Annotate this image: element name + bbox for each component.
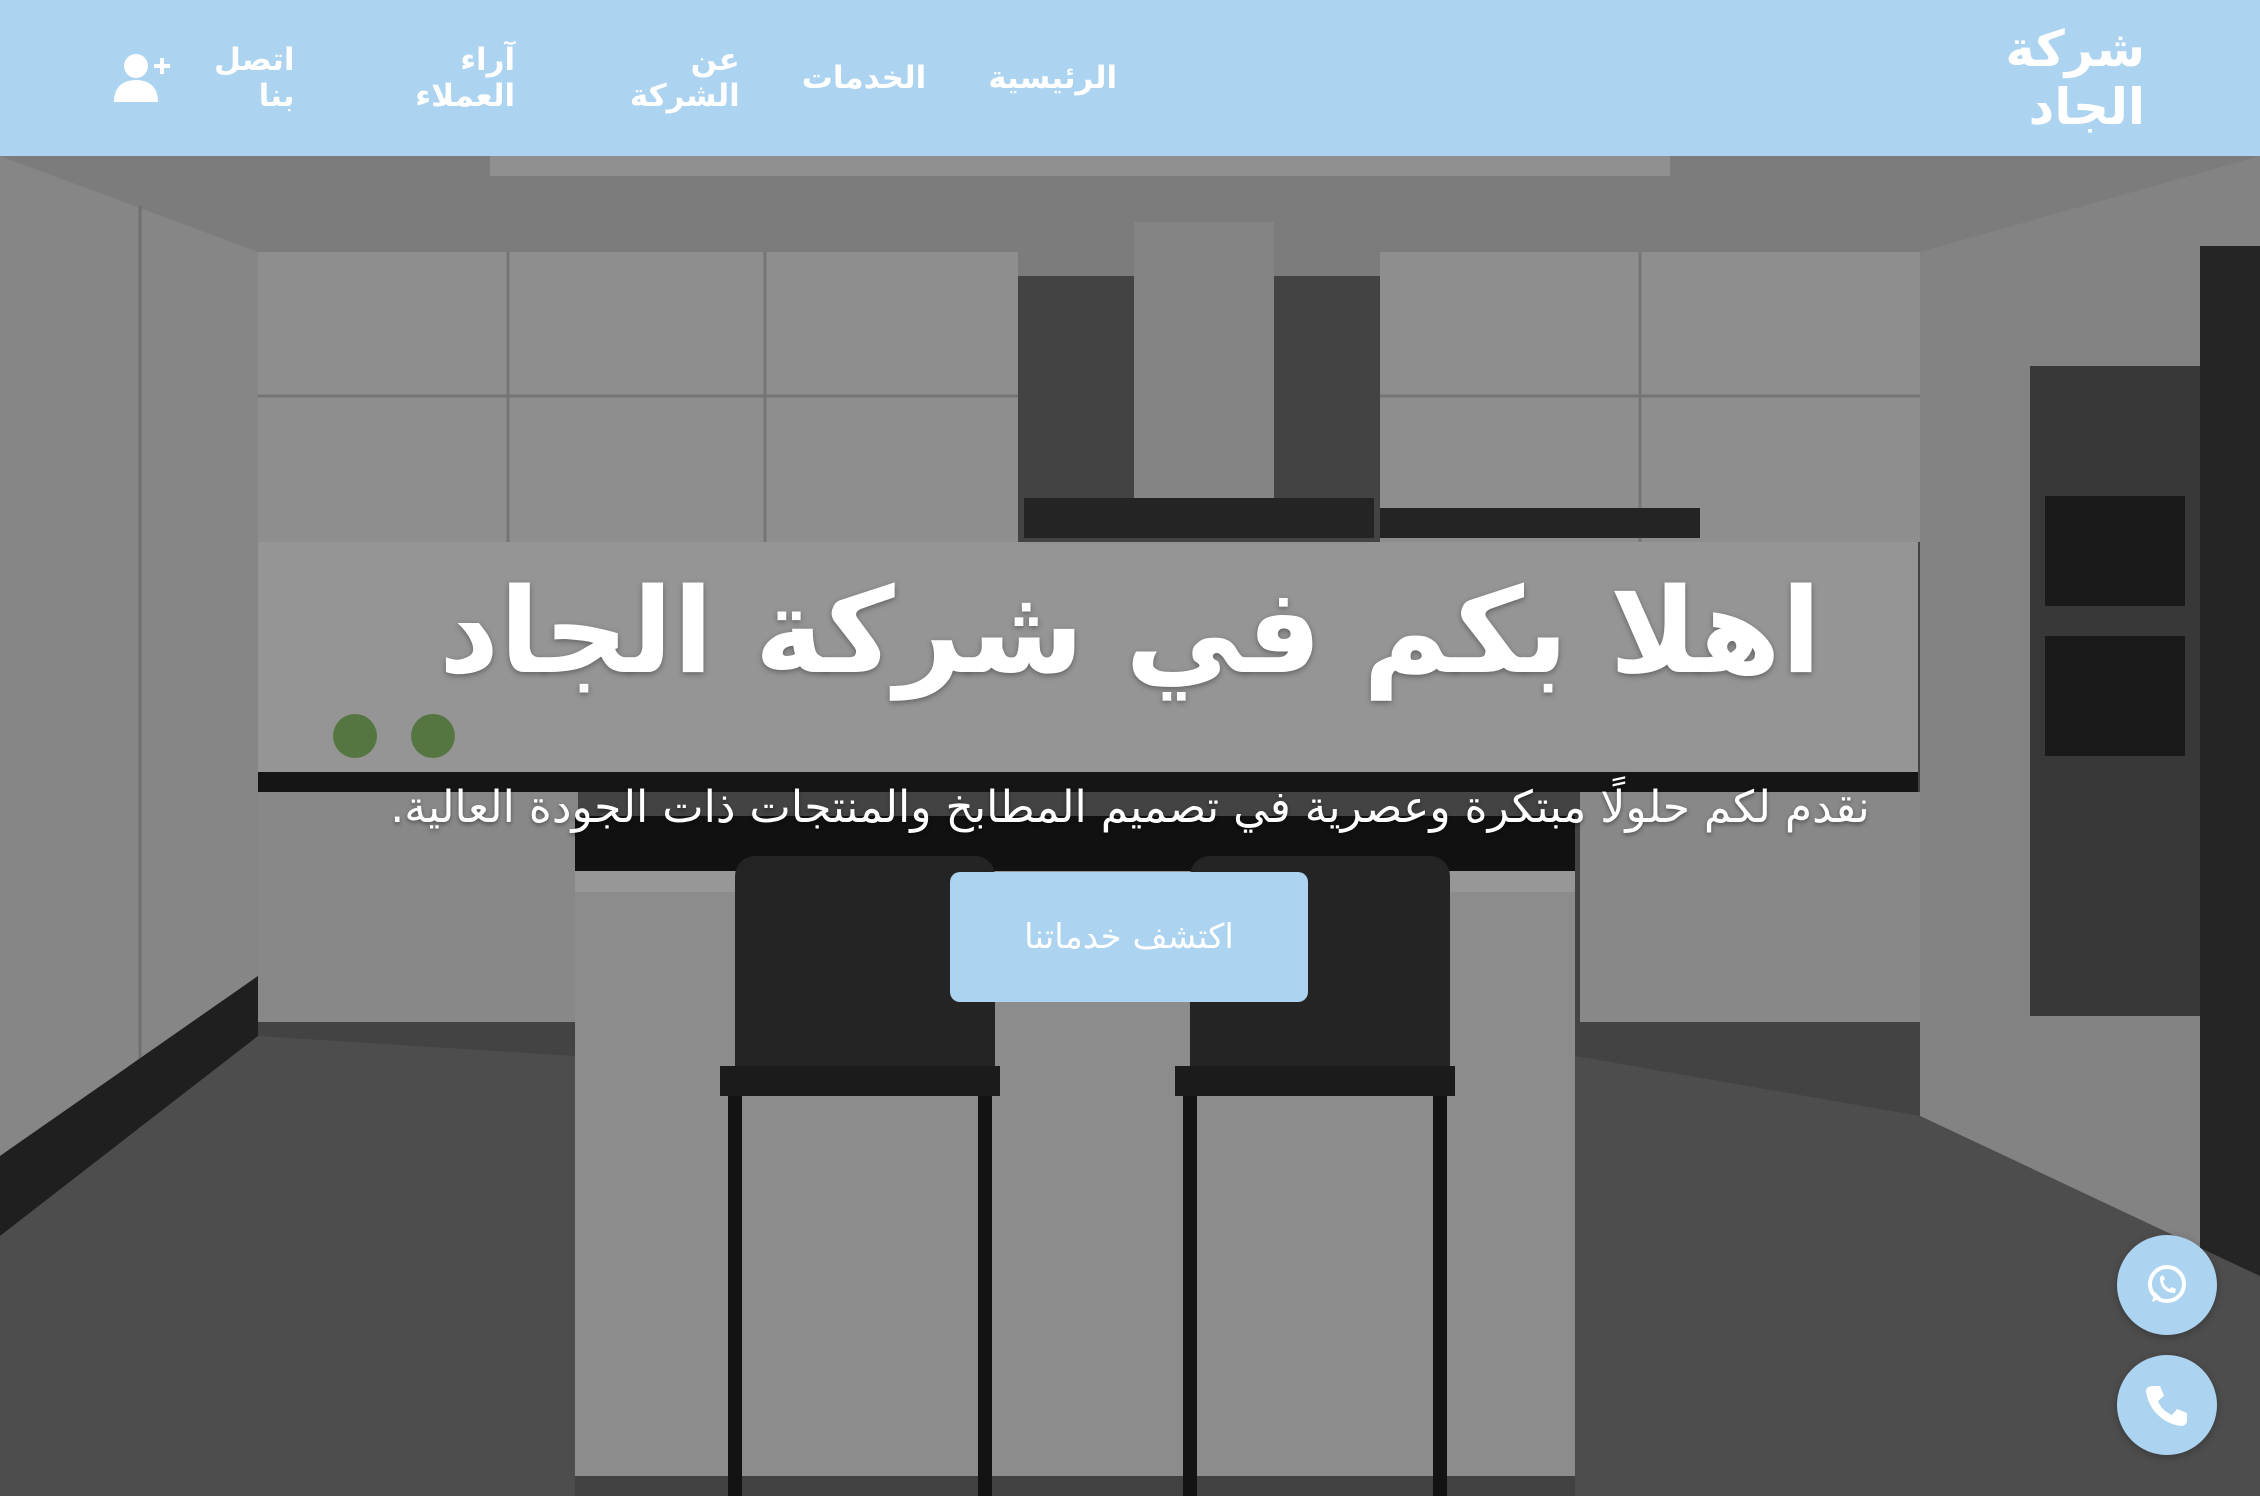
nav-menu: الرئيسية الخدمات عن الشركة آراء العملاء … xyxy=(173,42,1117,114)
nav-item-services[interactable]: الخدمات xyxy=(802,60,927,96)
hero-section: اهلا بكم في شركة الجاد نقدم لكم حلولًا م… xyxy=(0,156,2260,1496)
nav-item-home[interactable]: الرئيسية xyxy=(988,60,1117,96)
nav-item-testimonials[interactable]: آراء العملاء xyxy=(357,42,515,114)
user-plus-icon xyxy=(114,54,171,102)
brand-logo-text[interactable]: شركة الجاد xyxy=(1877,20,2145,136)
whatsapp-icon xyxy=(2148,1265,2186,1303)
nav-item-about[interactable]: عن الشركة xyxy=(577,42,740,114)
hero-subtitle: نقدم لكم حلولًا مبتكرة وعصرية في تصميم ا… xyxy=(390,782,1870,833)
navbar: شركة الجاد الرئيسية الخدمات عن الشركة آر… xyxy=(0,0,2260,156)
landing-page: شركة الجاد الرئيسية الخدمات عن الشركة آر… xyxy=(0,0,2260,1496)
whatsapp-button[interactable] xyxy=(2117,1235,2217,1335)
phone-icon xyxy=(2146,1386,2187,1426)
discover-services-button[interactable]: اكتشف خدماتنا xyxy=(950,872,1308,1002)
nav-item-contact[interactable]: اتصل بنا xyxy=(173,42,294,114)
phone-call-button[interactable] xyxy=(2117,1355,2217,1455)
hero-title: اهلا بكم في شركة الجاد xyxy=(438,562,1822,700)
user-register-button[interactable] xyxy=(110,51,173,105)
